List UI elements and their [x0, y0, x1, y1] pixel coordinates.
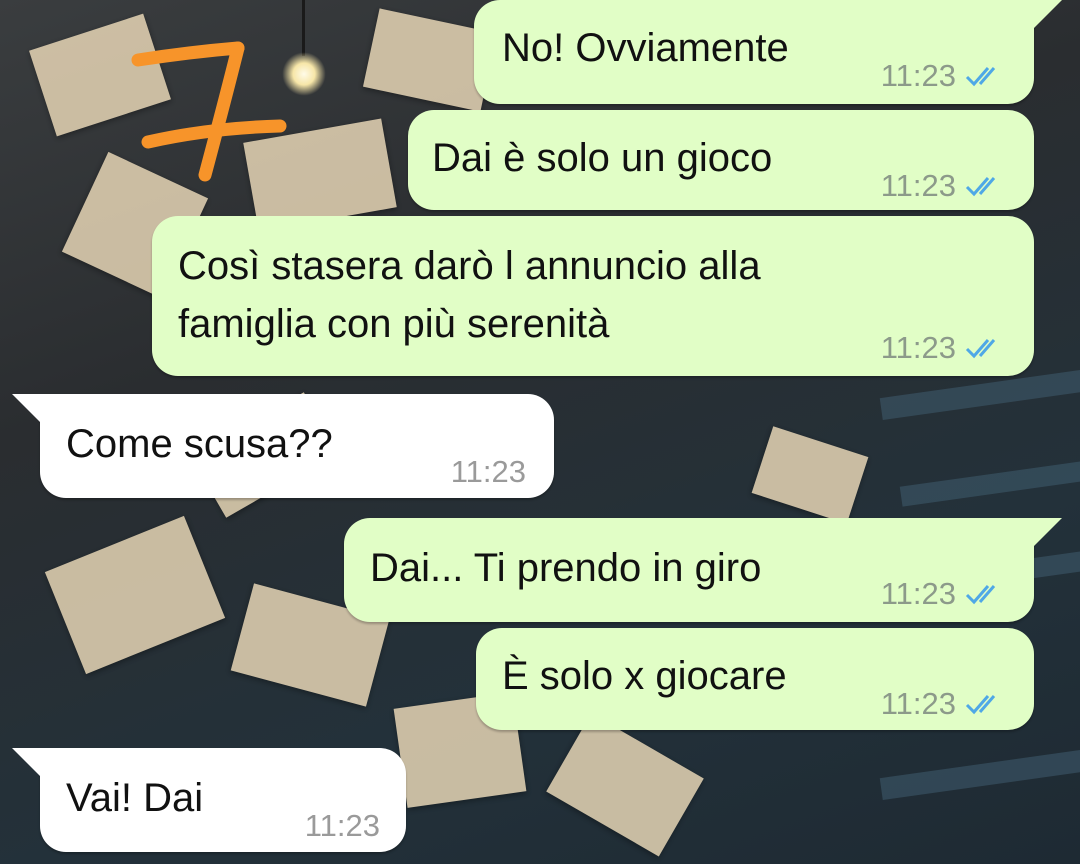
message-bubble-incoming[interactable]: Vai! Dai 11:23: [40, 748, 406, 852]
message-time: 11:23: [304, 808, 380, 843]
message-text: Vai! Dai: [66, 776, 204, 820]
double-check-read-icon: [965, 585, 996, 605]
message-meta: 11:23: [305, 798, 380, 854]
message-bubble-outgoing[interactable]: No! Ovviamente 11:23: [474, 0, 1034, 104]
double-check-read-icon: [965, 67, 996, 87]
message-time: 11:23: [880, 686, 956, 721]
message-time: 11:23: [880, 576, 956, 611]
message-time: 11:23: [880, 168, 956, 203]
message-text: No! Ovviamente: [502, 26, 789, 70]
message-time: 11:23: [880, 58, 956, 93]
message-bubble-outgoing[interactable]: Così stasera darò l annuncio alla famigl…: [152, 216, 1034, 376]
message-time: 11:23: [450, 454, 526, 489]
message-text-line-2: famiglia con più serenità: [178, 302, 610, 346]
message-bubble-incoming[interactable]: Come scusa?? 11:23: [40, 394, 554, 498]
message-text: Dai è solo un gioco: [432, 136, 773, 180]
message-meta: 11:23: [881, 676, 1010, 732]
message-text: Come scusa??: [66, 422, 333, 466]
message-text-line-1: Così stasera darò l annuncio alla: [178, 244, 761, 288]
message-bubble-outgoing[interactable]: È solo x giocare 11:23: [476, 628, 1034, 730]
message-meta: 11:23: [881, 320, 1010, 376]
drawn-number-seven: [131, 41, 287, 182]
message-meta: 11:23: [451, 444, 526, 500]
double-check-read-icon: [965, 339, 996, 359]
double-check-read-icon: [965, 177, 996, 197]
message-bubble-outgoing[interactable]: Dai è solo un gioco 11:23: [408, 110, 1034, 210]
double-check-read-icon: [965, 695, 996, 715]
message-meta: 11:23: [881, 158, 1010, 214]
message-text: Dai... Ti prendo in giro: [370, 546, 762, 590]
message-time: 11:23: [880, 330, 956, 365]
message-text: È solo x giocare: [502, 654, 787, 698]
message-meta: 11:23: [881, 48, 1010, 104]
message-bubble-outgoing[interactable]: Dai... Ti prendo in giro 11:23: [344, 518, 1034, 622]
message-meta: 11:23: [881, 566, 1010, 622]
